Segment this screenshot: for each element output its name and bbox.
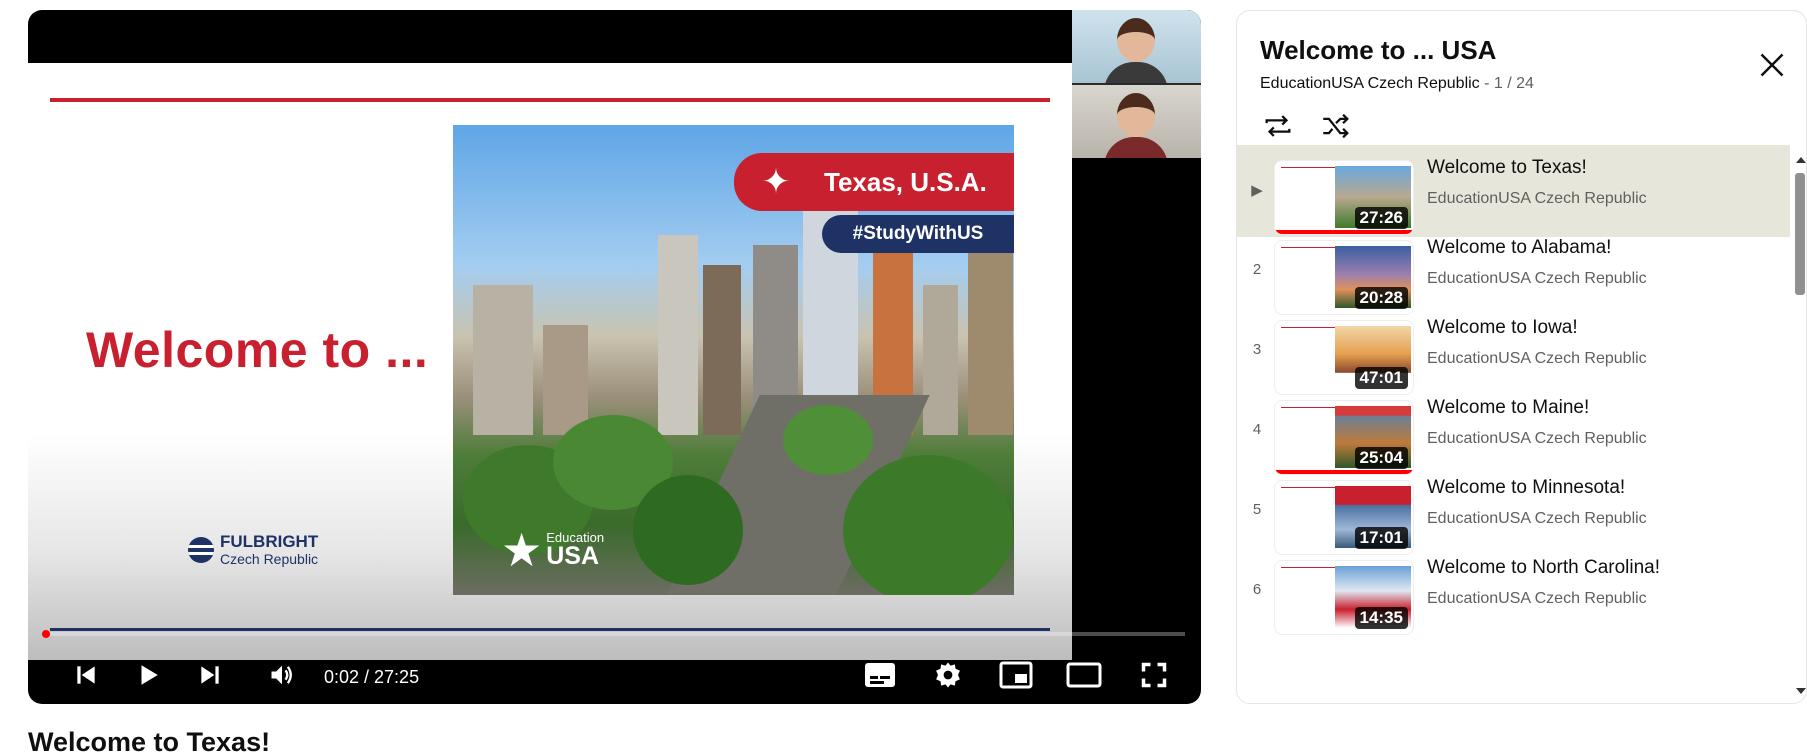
playlist-item-thumbnail[interactable]: 20:28 (1274, 240, 1414, 315)
fullscreen-icon[interactable] (1132, 658, 1176, 692)
playlist-item-channel[interactable]: EducationUSA Czech Republic (1427, 510, 1647, 528)
miniplayer-icon[interactable] (994, 658, 1038, 692)
playlist-item-duration: 14:35 (1354, 607, 1408, 629)
texas-banner: ✦ Texas, U.S.A. (734, 153, 1014, 211)
playlist-item-title[interactable]: Welcome to Minnesota! (1427, 477, 1625, 499)
time-display: 0:02 / 27:25 (324, 667, 420, 687)
settings-icon[interactable] (926, 658, 970, 692)
playlist-item[interactable]: ▶ 27:26 Welcome to Texas! EducationUSA Czec… (1237, 145, 1790, 237)
playlist-item[interactable]: 5 17:01 Welcome to Minnesota! EducationUSA … (1237, 465, 1790, 557)
video-player[interactable]: Welcome to ... FULBRIGHT Czech Republic (28, 10, 1201, 704)
playlist-panel: Welcome to ... USA EducationUSA Czech Re… (1236, 10, 1807, 704)
study-hashtag: #StudyWithUS (822, 215, 1014, 253)
playlist-item-index: 3 (1252, 341, 1262, 358)
slide-welcome-text: Welcome to ... (86, 322, 429, 378)
fulbright-logo: FULBRIGHT Czech Republic (188, 533, 318, 566)
playlist-item-thumbnail[interactable]: 27:26 (1274, 160, 1414, 235)
star-icon: ★ (501, 524, 543, 576)
volume-icon[interactable] (262, 658, 302, 692)
scroll-down-icon[interactable] (1796, 688, 1806, 694)
playlist-scrollbar[interactable] (1792, 153, 1806, 703)
playlist-item-title[interactable]: Welcome to North Carolina! (1427, 557, 1660, 579)
play-icon[interactable] (128, 658, 168, 692)
slide-bottom-divider (50, 628, 1050, 631)
playlist-channel[interactable]: EducationUSA Czech Republic (1260, 75, 1480, 92)
slide-top-divider (50, 98, 1050, 102)
scroll-up-icon[interactable] (1796, 157, 1806, 163)
fulbright-globe-icon (188, 536, 214, 563)
playlist-item-title[interactable]: Welcome to Maine! (1427, 397, 1589, 419)
playlist-item-title[interactable]: Welcome to Alabama! (1427, 237, 1611, 259)
texas-banner-label: Texas, U.S.A. (824, 166, 987, 197)
playlist-item-thumbnail[interactable]: 17:01 (1274, 480, 1414, 555)
next-icon[interactable] (190, 658, 230, 692)
playlist-item-title[interactable]: Welcome to Iowa! (1427, 317, 1578, 339)
playlist-subtitle: EducationUSA Czech Republic - 1 / 24 (1260, 75, 1534, 93)
player-controls: 0:02 / 27:25 (28, 650, 1201, 704)
texas-state-icon: ✦ (761, 163, 791, 201)
presentation-slide: Welcome to ... FULBRIGHT Czech Republic (28, 63, 1072, 660)
playlist-item-thumbnail[interactable]: 47:01 (1274, 320, 1414, 395)
education-usa-logo: ★ Education USA (501, 527, 604, 573)
theater-icon[interactable] (1062, 658, 1106, 692)
playlist-item-channel[interactable]: EducationUSA Czech Republic (1427, 590, 1647, 608)
playlist-position: - 1 / 24 (1479, 75, 1534, 92)
shuffle-icon[interactable] (1319, 109, 1353, 143)
playlist-item-channel[interactable]: EducationUSA Czech Republic (1427, 430, 1647, 448)
video-title: Welcome to Texas! (28, 727, 271, 755)
playlist-item-index: 5 (1252, 501, 1262, 518)
progress-bar[interactable] (44, 632, 1185, 636)
playlist-item[interactable]: 3 47:01 Welcome to Iowa! EducationUSA Czech… (1237, 305, 1790, 397)
playlist-item[interactable]: 4 25:04 Welcome to Maine! EducationUSA Czec… (1237, 385, 1790, 477)
close-icon[interactable] (1754, 47, 1790, 83)
subtitles-icon[interactable] (858, 658, 902, 692)
playlist-item[interactable]: 6 14:35 Welcome to North Carolina! Educatio… (1237, 545, 1790, 637)
playlist-item-index: 4 (1252, 421, 1262, 438)
playlist-item-thumbnail[interactable]: 14:35 (1274, 560, 1414, 635)
previous-icon[interactable] (66, 658, 106, 692)
fulbright-name: FULBRIGHT (220, 532, 319, 551)
now-playing-icon: ▶ (1251, 182, 1263, 199)
progress-scrubber[interactable] (42, 630, 50, 638)
playlist-item[interactable]: 2 20:28 Welcome to Alabama! EducationUSA Cz… (1237, 225, 1790, 317)
playlist-item-index: 2 (1252, 261, 1262, 278)
scrollbar-thumb[interactable] (1795, 173, 1805, 295)
playlist-item-title[interactable]: Welcome to Texas! (1427, 157, 1587, 179)
playlist-item-thumbnail[interactable]: 25:04 (1274, 400, 1414, 475)
education-usa-big: USA (546, 542, 600, 570)
playlist-items: ▶ 27:26 Welcome to Texas! EducationUSA Czec… (1237, 145, 1790, 703)
fulbright-country: Czech Republic (220, 551, 319, 567)
loop-icon[interactable] (1261, 109, 1295, 143)
playlist-item-channel[interactable]: EducationUSA Czech Republic (1427, 350, 1647, 368)
playlist-item-index: 6 (1252, 581, 1262, 598)
webcam-panel (1072, 10, 1201, 158)
playlist-title[interactable]: Welcome to ... USA (1260, 35, 1496, 66)
playlist-item-channel[interactable]: EducationUSA Czech Republic (1427, 190, 1647, 208)
webcam-presenter-1 (1072, 10, 1201, 83)
webcam-presenter-2 (1072, 85, 1201, 158)
playlist-item-channel[interactable]: EducationUSA Czech Republic (1427, 270, 1647, 288)
houston-skyline-photo: ✦ Texas, U.S.A. #StudyWithUS ★ Education… (453, 125, 1014, 595)
